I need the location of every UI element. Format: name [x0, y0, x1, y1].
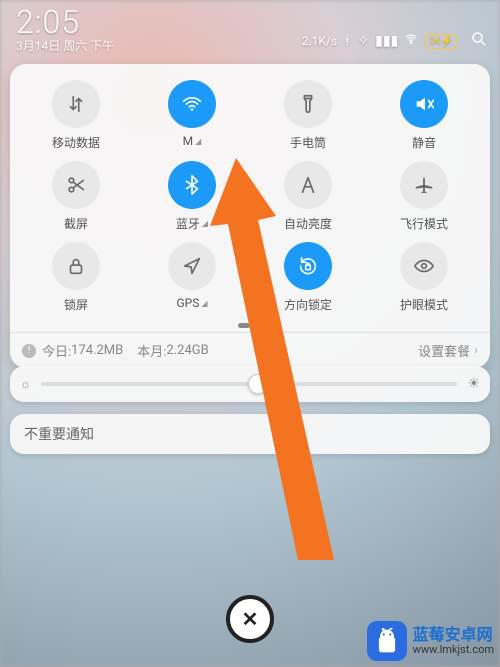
mini-signal-icon: ◢: [202, 219, 208, 228]
gps-icon[interactable]: [168, 242, 216, 290]
low-priority-label: 不重要通知: [24, 424, 94, 444]
brightness-slider[interactable]: ☼ ☀: [10, 366, 490, 402]
tile-label: 锁屏: [64, 296, 88, 313]
tile-label: GPS◢: [176, 296, 207, 310]
tile-lockscreen[interactable]: 锁屏: [18, 238, 134, 317]
auto-brightness-icon[interactable]: [284, 161, 332, 209]
status-bar: 2:05 3月14日 周六 下午 2.1K/s ᚼ ✧ ▮▮▮ 34⚡: [0, 0, 500, 58]
plan-label[interactable]: 设置套餐: [418, 341, 470, 360]
lockscreen-icon[interactable]: [52, 242, 100, 290]
today-value: 174.2MB: [71, 343, 123, 358]
tile-label: 飞行模式: [400, 215, 448, 232]
status-time: 2:05: [16, 6, 114, 38]
chevron-right-icon: ›: [474, 343, 478, 358]
airplane-icon[interactable]: [400, 161, 448, 209]
brightness-low-icon: ☼: [20, 377, 31, 391]
tile-label: 护眼模式: [400, 296, 448, 313]
watermark: 蓝莓安卓网 www.lmkjst.com: [367, 621, 494, 661]
tile-screenshot[interactable]: 截屏: [18, 157, 134, 236]
brightness-track[interactable]: [41, 382, 457, 386]
search-icon[interactable]: [470, 30, 488, 52]
brightness-thumb[interactable]: [248, 374, 268, 394]
flashlight-icon[interactable]: [284, 80, 332, 128]
tile-airplane[interactable]: 飞行模式: [366, 157, 482, 236]
today-label: 今日:: [42, 341, 71, 360]
close-icon: ✕: [242, 607, 259, 631]
watermark-title: 蓝莓安卓网: [413, 626, 494, 644]
tile-auto-brightness[interactable]: 自动亮度: [250, 157, 366, 236]
tile-label: 自动亮度: [284, 215, 332, 232]
tile-label: 蓝牙◢: [176, 215, 208, 232]
tile-bluetooth[interactable]: 蓝牙◢: [134, 157, 250, 236]
status-date: 3月14日 周六 下午: [16, 40, 114, 52]
tiles-grid: 移动数据 M◢ 手电筒 静音截屏 蓝牙◢ 自动亮度 飞行模式锁屏 GPS◢ 方向锁定 护眼模式: [10, 70, 490, 319]
tile-gps[interactable]: GPS◢: [134, 238, 250, 317]
low-priority-card[interactable]: 不重要通知: [10, 414, 490, 454]
info-icon: !: [22, 344, 36, 358]
vibrate-status-icon: ✧: [357, 33, 369, 49]
mute-icon[interactable]: [400, 80, 448, 128]
brightness-high-icon: ☀: [467, 376, 480, 392]
signal-icon: ▮▮▮: [375, 33, 398, 49]
mini-signal-icon: ◢: [195, 137, 201, 146]
battery-indicator: 34⚡: [424, 34, 458, 49]
eye-comfort-icon[interactable]: [400, 242, 448, 290]
tile-label: 手电筒: [290, 134, 326, 151]
mobile-data-icon[interactable]: [52, 80, 100, 128]
tile-label: 方向锁定: [284, 296, 332, 313]
watermark-logo-icon: [367, 621, 407, 661]
net-speed: 2.1K/s: [302, 34, 337, 48]
rotation-lock-icon[interactable]: [284, 242, 332, 290]
screenshot-icon[interactable]: [52, 161, 100, 209]
wifi-icon[interactable]: [168, 80, 216, 128]
wifi-status-icon: [404, 32, 418, 50]
tile-mobile-data[interactable]: 移动数据: [18, 76, 134, 155]
tile-label: 截屏: [64, 215, 88, 232]
bluetooth-status-icon: ᚼ: [343, 33, 351, 49]
bluetooth-icon[interactable]: [168, 161, 216, 209]
tile-flashlight[interactable]: 手电筒: [250, 76, 366, 155]
tile-mute[interactable]: 静音: [366, 76, 482, 155]
close-button[interactable]: ✕: [226, 595, 274, 643]
quick-settings-panel: 移动数据 M◢ 手电筒 静音截屏 蓝牙◢ 自动亮度 飞行模式锁屏 GPS◢ 方向锁定 护眼模式 !…: [10, 64, 490, 368]
tile-rotation-lock[interactable]: 方向锁定: [250, 238, 366, 317]
tile-label: 静音: [412, 134, 436, 151]
tile-eye-comfort[interactable]: 护眼模式: [366, 238, 482, 317]
watermark-url: www.lmkjst.com: [413, 644, 494, 656]
mini-signal-icon: ◢: [201, 299, 207, 308]
month-value: 2.24GB: [166, 343, 208, 358]
tile-wifi[interactable]: M◢: [134, 76, 250, 155]
page-indicator: [10, 319, 490, 332]
month-label: 本月:: [137, 341, 166, 360]
data-usage-row[interactable]: ! 今日: 174.2MB 本月: 2.24GB 设置套餐 ›: [10, 332, 490, 368]
tile-label: 移动数据: [52, 134, 100, 151]
tile-label: M◢: [183, 134, 202, 148]
